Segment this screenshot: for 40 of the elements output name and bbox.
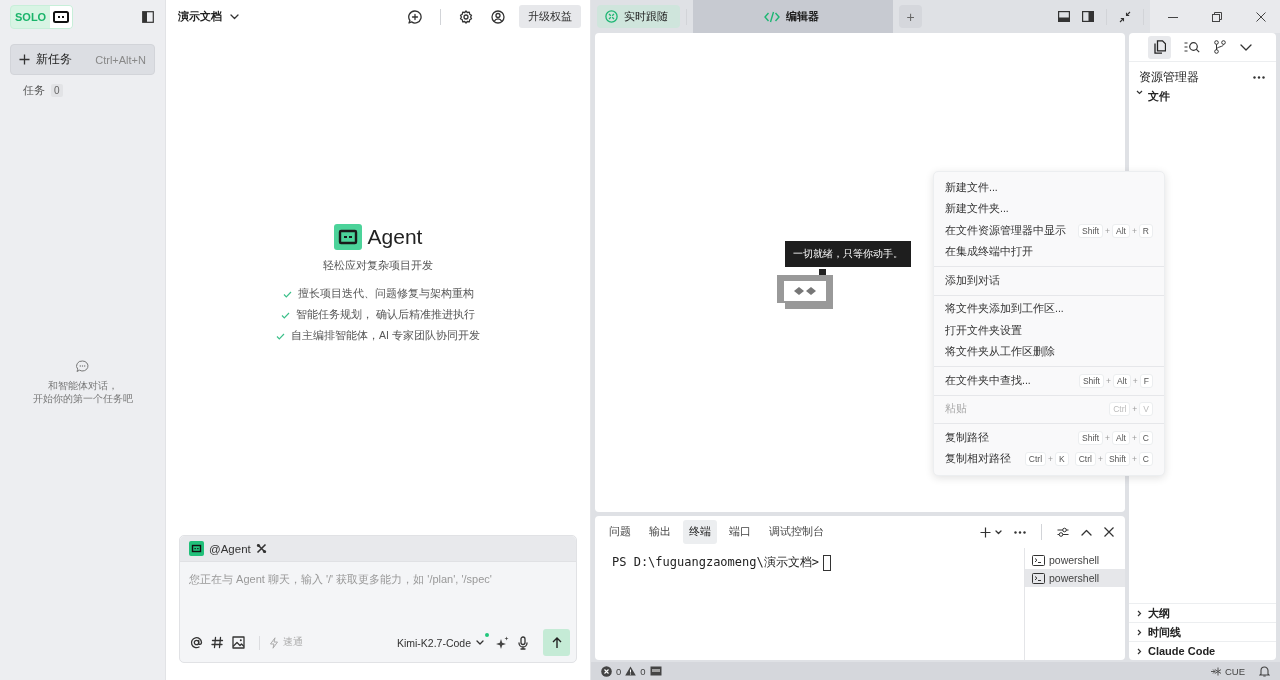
- keycap: Ctrl: [1109, 402, 1131, 417]
- agent-mention: @Agent: [209, 542, 251, 555]
- keycap: Shift: [1078, 373, 1104, 388]
- empty-hint-text: 和智能体对话， 开始你的第一个任务吧: [32, 379, 133, 405]
- explorer-title: 资源管理器: [1139, 70, 1199, 85]
- logo-text: SOLO: [14, 11, 48, 23]
- keycap: F: [1139, 373, 1153, 388]
- plus-sign: +: [1131, 432, 1137, 443]
- feature-text: 擅长项目迭代、问题修复与架构重构: [297, 287, 474, 301]
- plus-sign: +: [1105, 375, 1111, 386]
- plus-sign: +: [1132, 404, 1138, 415]
- plus-sign: +: [1105, 432, 1110, 443]
- plus-sign: +: [1131, 454, 1137, 465]
- keycap: R: [1138, 223, 1153, 238]
- keycap: V: [1139, 402, 1153, 417]
- plus-sign: +: [1131, 225, 1137, 236]
- keycap: Shift: [1104, 452, 1130, 467]
- agent-title: Agent: [367, 225, 423, 249]
- plus-sign: +: [1132, 375, 1138, 386]
- keycap: Ctrl: [1074, 452, 1096, 467]
- shortcut-text: Ctrl+Alt+N: [95, 53, 146, 66]
- plus-sign: +: [1048, 454, 1053, 465]
- keycap: Alt: [1111, 223, 1130, 238]
- keycap: K: [1055, 452, 1069, 467]
- feature-text: 智能任务规划， 确认后精准推进执行: [296, 308, 475, 322]
- terminal-prompt: PS D:\fuguangzaomeng\演示文档>: [612, 554, 819, 571]
- plus-sign: +: [1105, 225, 1110, 236]
- agent-subtitle: 轻松应对复杂项目开发: [323, 258, 433, 273]
- tasks-label: 任务: [23, 83, 45, 98]
- feature-text: 自主编排智能体，AI 专家团队协同开发: [291, 329, 480, 343]
- count-badge: 0: [51, 84, 63, 97]
- plus-sign: +: [1097, 454, 1103, 465]
- keycap: Alt: [1111, 430, 1130, 445]
- keycap: Alt: [1112, 373, 1131, 388]
- keycap: Shift: [1078, 223, 1103, 238]
- keycap: C: [1138, 430, 1153, 445]
- keycap: Shift: [1078, 430, 1103, 445]
- keycap: C: [1138, 452, 1153, 467]
- tooltip: 一切就绪，只等你动手。: [785, 241, 911, 267]
- keycap: Ctrl: [1024, 452, 1047, 467]
